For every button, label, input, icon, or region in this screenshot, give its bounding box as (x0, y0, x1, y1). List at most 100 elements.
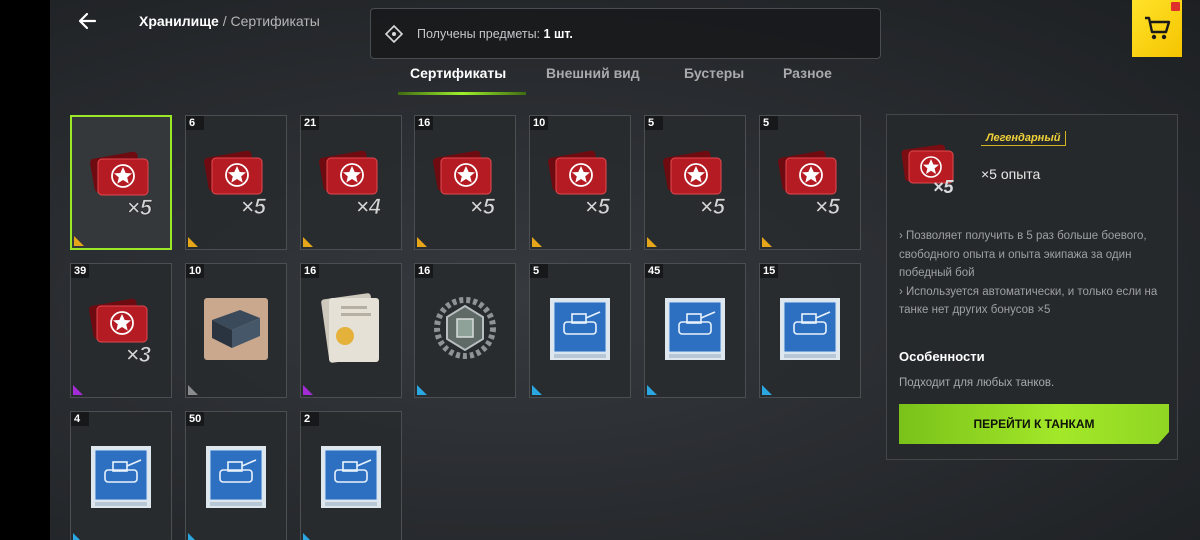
notice-text: Получены предметы: 1 шт. (417, 27, 573, 41)
item-cell[interactable]: ×5 6 (185, 115, 287, 250)
crate-icon (204, 298, 268, 360)
features-text: Подходит для любых танков. (899, 377, 1055, 389)
xp-certificate-icon: ×5 (204, 150, 267, 218)
multiplier-label: ×5 (585, 194, 611, 218)
blueprint-icon (206, 446, 266, 508)
item-count: 4 (71, 412, 89, 426)
rarity-marker-icon (417, 237, 427, 247)
breadcrumb-storage[interactable]: Хранилище (139, 13, 219, 29)
rarity-marker-icon (188, 237, 198, 247)
item-count: 5 (530, 264, 548, 278)
item-cell[interactable]: ×5 5 (759, 115, 861, 250)
blueprint-icon (91, 446, 151, 508)
item-cell[interactable]: 5 (529, 263, 631, 398)
item-cell[interactable]: ×5 10 (529, 115, 631, 250)
item-count: 50 (186, 412, 205, 426)
item-count: 5 (645, 116, 663, 130)
item-cell[interactable]: ×5 16 (414, 115, 516, 250)
item-cell[interactable]: 10 (185, 263, 287, 398)
item-count: 5 (760, 116, 778, 130)
storage-screen: Хранилище / Сертификаты Получены предмет… (50, 0, 1200, 540)
tab-certificates[interactable]: Сертификаты (410, 65, 506, 81)
description-line-1: › Позволяет получить в 5 раз больше боев… (899, 230, 1147, 279)
item-cell[interactable]: 16 (414, 263, 516, 398)
breadcrumb-certificates: Сертификаты (230, 13, 320, 29)
rarity-marker-icon (188, 533, 195, 540)
item-cell[interactable]: ×3 39 (70, 263, 172, 398)
item-cell[interactable]: 15 (759, 263, 861, 398)
cart-icon (1145, 16, 1171, 40)
collect-icon (384, 24, 404, 44)
rarity-marker-icon (417, 385, 427, 395)
multiplier-label: ×5 (700, 194, 726, 218)
blueprint-icon (321, 446, 381, 508)
tab-appearance[interactable]: Внешний вид (546, 65, 640, 81)
rarity-marker-icon (762, 385, 772, 395)
medal-icon (434, 297, 496, 359)
back-arrow-icon (78, 12, 97, 30)
item-detail-panel: ×5 Легендарный ×5 опыта › Позволяет полу… (886, 114, 1178, 460)
breadcrumb: Хранилище / Сертификаты (139, 13, 320, 29)
item-count: 16 (415, 264, 434, 278)
item-count: 10 (186, 264, 205, 278)
xp-certificate-icon: ×3 (89, 298, 151, 366)
xp-certificate-icon: ×5 (663, 150, 726, 218)
xp-certificate-icon: ×5 (778, 150, 841, 218)
item-count: 10 (530, 116, 549, 130)
item-cell[interactable]: 50 (185, 411, 287, 540)
description-line-2: › Используется автоматически, и только е… (899, 285, 1158, 317)
multiplier-label: ×5 (815, 194, 841, 218)
rarity-marker-icon (74, 236, 84, 246)
features-heading: Особенности (899, 349, 985, 364)
rarity-marker-icon (303, 533, 310, 540)
multiplier-label: ×4 (356, 194, 381, 218)
blueprint-icon (665, 298, 725, 360)
xp-certificate-icon: ×5 (433, 150, 496, 218)
item-cell[interactable]: 2 (300, 411, 402, 540)
item-cell[interactable]: 16 (300, 263, 402, 398)
xp-certificate-icon: ×5 (90, 151, 153, 219)
item-count: 15 (760, 264, 779, 278)
notification-badge (1171, 2, 1180, 11)
item-cell[interactable]: ×4 21 (300, 115, 402, 250)
detail-multiplier: ×5 (933, 177, 954, 197)
rarity-marker-icon (73, 385, 83, 395)
tab-boosters[interactable]: Бустеры (684, 65, 744, 81)
shop-button[interactable] (1132, 0, 1182, 57)
multiplier-label: ×5 (127, 195, 153, 219)
rarity-marker-icon (188, 385, 198, 395)
items-received-notice: Получены предметы: 1 шт. (370, 8, 881, 59)
document-icon (321, 293, 379, 363)
notice-label: Получены предметы: (417, 27, 544, 41)
multiplier-label: ×5 (241, 194, 267, 218)
go-to-tanks-button[interactable]: ПЕРЕЙТИ К ТАНКАМ (899, 404, 1169, 444)
item-count: 45 (645, 264, 664, 278)
item-cell[interactable]: 45 (644, 263, 746, 398)
item-count: 6 (186, 116, 204, 130)
item-cell[interactable]: ×5 (70, 115, 172, 250)
item-description: › Позволяет получить в 5 раз больше боев… (899, 227, 1171, 320)
rarity-marker-icon (532, 385, 542, 395)
rarity-marker-icon (647, 385, 657, 395)
multiplier-label: ×3 (126, 342, 151, 366)
tab-misc[interactable]: Разное (783, 65, 832, 81)
item-count: 39 (71, 264, 90, 278)
item-count: 16 (301, 264, 320, 278)
active-tab-indicator (398, 92, 526, 95)
xp-certificate-icon: ×5 (548, 150, 611, 218)
item-count: 2 (301, 412, 319, 426)
blueprint-icon (550, 298, 610, 360)
xp-certificate-icon: ×4 (319, 150, 381, 218)
item-count: 16 (415, 116, 434, 130)
rarity-marker-icon (303, 237, 313, 247)
rarity-marker-icon (73, 533, 80, 540)
rarity-marker-icon (762, 237, 772, 247)
back-button[interactable] (74, 8, 106, 36)
item-cell[interactable]: 4 (70, 411, 172, 540)
notice-value: 1 шт. (543, 27, 573, 41)
rarity-label: Легендарный (981, 131, 1067, 146)
item-title: ×5 опыта (981, 166, 1041, 182)
item-cell[interactable]: ×5 5 (644, 115, 746, 250)
item-count: 21 (301, 116, 320, 130)
rarity-marker-icon (647, 237, 657, 247)
